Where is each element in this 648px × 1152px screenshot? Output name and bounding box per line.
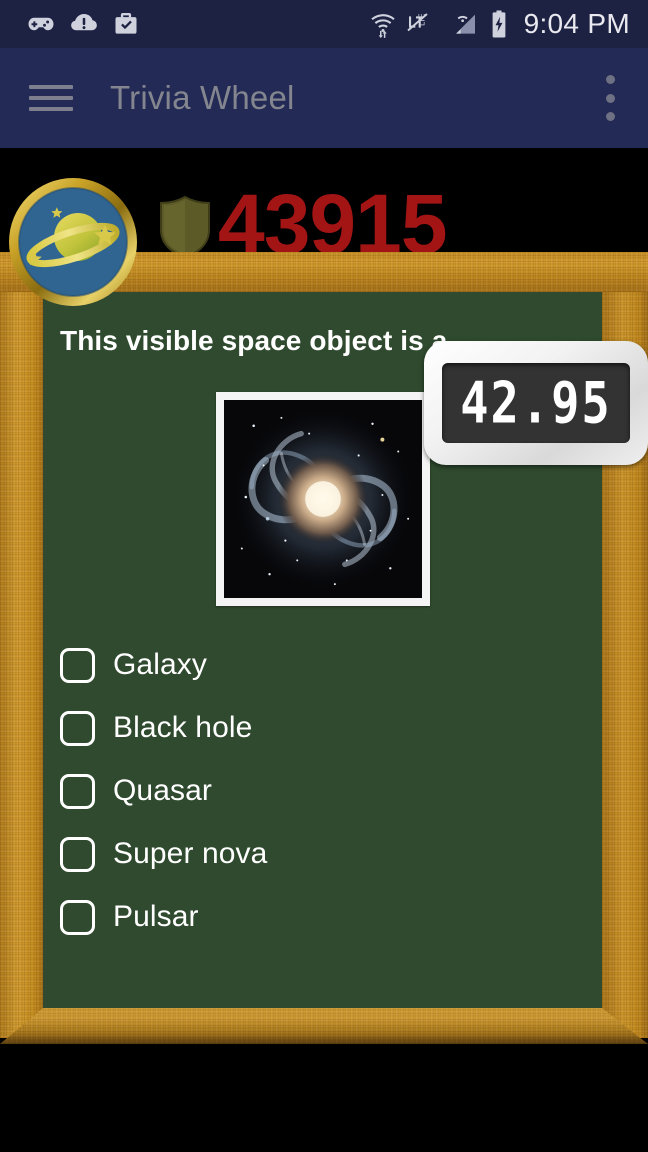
game-controller-icon xyxy=(28,17,54,31)
briefcase-check-icon xyxy=(115,13,137,34)
saturn-planet-badge-icon[interactable] xyxy=(6,175,140,309)
overflow-dot xyxy=(605,75,615,84)
option-row-pulsar[interactable]: Pulsar xyxy=(60,886,602,949)
status-bar-system-icons: LTE 9:04 PM xyxy=(368,9,636,39)
answer-options-list: Galaxy Black hole Quasar Super nova Puls… xyxy=(43,634,602,949)
question-image-frame xyxy=(215,391,430,606)
cell-signal-icon xyxy=(455,14,475,34)
checkbox-icon[interactable] xyxy=(60,773,95,809)
option-label: Galaxy xyxy=(113,648,207,682)
wifi-transfer-icon xyxy=(370,14,395,38)
option-row-galaxy[interactable]: Galaxy xyxy=(60,634,602,697)
app-screen: LTE 9:04 PM Trivia Wheel 43915 This visi… xyxy=(0,0,648,1152)
game-area: 43915 This visible space object is a Gal… xyxy=(0,148,648,1152)
option-row-quasar[interactable]: Quasar xyxy=(60,760,602,823)
option-label: Quasar xyxy=(113,774,212,808)
checkbox-icon[interactable] xyxy=(60,647,95,683)
spiral-galaxy-image xyxy=(223,399,422,598)
countdown-timer-widget: 42.95 xyxy=(424,341,648,465)
status-bar-notification-icons xyxy=(26,9,140,39)
status-bar-clock: 9:04 PM xyxy=(523,8,630,39)
option-row-black-hole[interactable]: Black hole xyxy=(60,697,602,760)
battery-charging-icon xyxy=(492,10,505,38)
option-label: Black hole xyxy=(113,711,253,745)
lte-muted-icon: LTE xyxy=(406,13,428,32)
timer-value: 42.95 xyxy=(460,369,612,437)
hamburger-line xyxy=(29,85,73,89)
more-vertical-icon[interactable] xyxy=(604,75,616,121)
alert-circle-icon xyxy=(71,13,97,31)
checkbox-icon[interactable] xyxy=(60,899,95,935)
app-title: Trivia Wheel xyxy=(110,79,295,116)
shield-icon xyxy=(160,196,210,258)
overflow-dot xyxy=(605,93,615,103)
option-label: Pulsar xyxy=(113,900,199,934)
frame-bottom-rail xyxy=(0,1008,648,1044)
hamburger-menu-icon[interactable] xyxy=(29,81,73,115)
hamburger-line xyxy=(29,96,73,100)
status-bar: LTE 9:04 PM xyxy=(0,0,648,48)
checkbox-icon[interactable] xyxy=(60,836,95,872)
option-row-super-nova[interactable]: Super nova xyxy=(60,823,602,886)
overflow-dot xyxy=(605,112,615,121)
timer-lcd-screen: 42.95 xyxy=(442,363,630,443)
checkbox-icon[interactable] xyxy=(60,710,95,746)
hamburger-line xyxy=(29,107,73,111)
frame-left-rail xyxy=(0,252,43,1038)
option-label: Super nova xyxy=(113,837,268,871)
app-bar: Trivia Wheel xyxy=(0,48,648,148)
